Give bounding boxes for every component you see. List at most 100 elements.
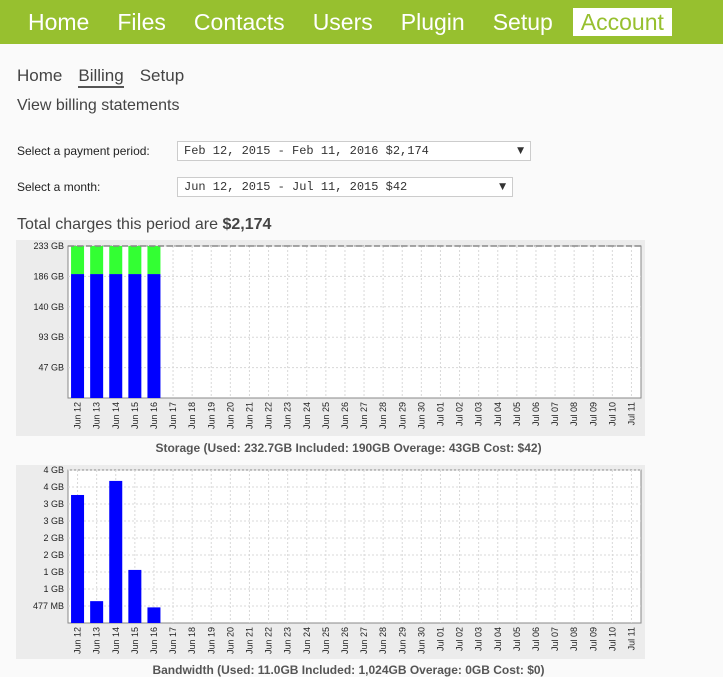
x-tick-label: Jun 21 [244, 627, 254, 654]
x-tick-label: Jul 06 [531, 627, 541, 651]
x-tick-label: Jul 03 [474, 402, 484, 426]
payment-period-label: Select a payment period: [17, 144, 150, 158]
x-tick-label: Jun 14 [111, 627, 121, 654]
x-tick-label: Jun 15 [130, 627, 140, 654]
y-tick-label: 2 GB [43, 550, 64, 560]
chart-caption: Storage (Used: 232.7GB Included: 190GB O… [155, 441, 541, 455]
x-tick-label: Jun 24 [302, 402, 312, 429]
nav-contacts[interactable]: Contacts [186, 8, 293, 36]
x-tick-label: Jun 20 [225, 627, 235, 654]
subnav-setup[interactable]: Setup [140, 66, 184, 88]
x-tick-label: Jul 05 [512, 627, 522, 651]
y-tick-label: 1 GB [43, 584, 64, 594]
total-charges: Total charges this period are $2,174 [17, 216, 271, 234]
storage-chart: 47 GB 93 GB 140 GB 186 GB 233 GB Jun 12 Jun 13… [16, 240, 645, 455]
x-tick-label: Jul 11 [626, 627, 636, 650]
x-tick-label: Jul 05 [512, 402, 522, 426]
x-tick-label: Jul 08 [569, 627, 579, 651]
y-tick-label: 2 GB [43, 533, 64, 543]
bar-used [128, 274, 142, 398]
y-tick-label: 3 GB [43, 516, 64, 526]
y-tick-label: 47 GB [38, 363, 64, 373]
bandwidth-chart: 477 MB 1 GB 1 GB 2 GB 2 GB 3 GB 3 GB 4 GB 4 GB Ju… [16, 465, 645, 677]
x-tick-label: Jul 02 [455, 627, 465, 651]
sub-nav: Home Billing Setup [17, 66, 200, 88]
bar-overage [109, 246, 123, 275]
y-tick-label: 233 GB [33, 241, 64, 251]
x-tick-label: Jun 28 [378, 627, 388, 654]
y-tick-label: 477 MB [33, 601, 64, 611]
total-charges-value: $2,174 [222, 216, 272, 233]
month-value: Jun 12, 2015 - Jul 11, 2015 $42 [184, 180, 408, 194]
total-charges-prefix: Total charges this period are [17, 216, 223, 233]
x-tick-label: Jun 29 [397, 627, 407, 654]
y-tick-label: 3 GB [43, 499, 64, 509]
x-tick-label: Jul 02 [455, 402, 465, 426]
nav-files[interactable]: Files [109, 8, 174, 36]
bar-used [71, 494, 85, 623]
x-tick-label: Jul 07 [550, 627, 560, 651]
nav-account[interactable]: Account [572, 8, 672, 36]
x-tick-label: Jul 08 [569, 402, 579, 426]
x-tick-label: Jun 14 [111, 402, 121, 429]
month-select[interactable]: Jun 12, 2015 - Jul 11, 2015 $42 ▼ [177, 177, 513, 197]
x-tick-label: Jul 07 [550, 402, 560, 426]
x-tick-label: Jun 12 [73, 627, 83, 654]
y-tick-label: 186 GB [33, 271, 64, 281]
x-tick-label: Jul 09 [588, 402, 598, 426]
page-title: View billing statements [17, 97, 180, 114]
x-tick-label: Jun 23 [283, 627, 293, 654]
bar-used [147, 607, 161, 623]
bar-used [109, 274, 123, 398]
x-tick-label: Jun 13 [92, 402, 102, 429]
chart-caption: Bandwidth (Used: 11.0GB Included: 1,024G… [152, 663, 544, 677]
x-tick-label: Jun 16 [149, 402, 159, 429]
bar-overage [128, 246, 142, 275]
x-tick-label: Jul 10 [607, 402, 617, 426]
bar-used [90, 274, 104, 398]
bar-overage [71, 246, 85, 275]
nav-users[interactable]: Users [305, 8, 381, 36]
bar-used [90, 601, 104, 623]
x-tick-label: Jul 04 [493, 627, 503, 651]
x-tick-label: Jun 18 [187, 402, 197, 429]
subnav-billing[interactable]: Billing [78, 66, 124, 88]
x-tick-label: Jun 15 [130, 402, 140, 429]
nav-setup[interactable]: Setup [485, 8, 561, 36]
y-tick-label: 4 GB [43, 482, 64, 492]
x-tick-label: Jul 01 [435, 402, 445, 426]
x-tick-label: Jul 06 [531, 402, 541, 426]
y-tick-label: 140 GB [33, 302, 64, 312]
payment-period-value: Feb 12, 2015 - Feb 11, 2016 $2,174 [184, 144, 429, 158]
y-tick-label: 4 GB [43, 465, 64, 475]
x-tick-label: Jun 21 [244, 402, 254, 429]
x-tick-label: Jun 19 [206, 402, 216, 429]
x-tick-label: Jun 25 [321, 402, 331, 429]
x-tick-label: Jun 16 [149, 627, 159, 654]
month-label: Select a month: [17, 180, 101, 194]
x-tick-label: Jun 29 [397, 402, 407, 429]
x-tick-label: Jun 28 [378, 402, 388, 429]
x-tick-label: Jun 26 [340, 402, 350, 429]
x-tick-label: Jun 25 [321, 627, 331, 654]
x-tick-label: Jun 30 [416, 402, 426, 429]
bar-overage [147, 246, 161, 275]
bar-used [109, 480, 123, 623]
payment-period-select[interactable]: Feb 12, 2015 - Feb 11, 2016 $2,174 ▼ [177, 141, 531, 161]
x-tick-label: Jun 30 [416, 627, 426, 654]
x-tick-label: Jun 17 [168, 627, 178, 654]
nav-plugin[interactable]: Plugin [393, 8, 473, 36]
y-tick-label: 1 GB [43, 567, 64, 577]
nav-home[interactable]: Home [20, 8, 97, 36]
chevron-down-icon: ▼ [499, 182, 506, 192]
bar-overage [90, 246, 104, 275]
x-tick-label: Jun 12 [73, 402, 83, 429]
x-tick-label: Jun 22 [264, 402, 274, 429]
subnav-home[interactable]: Home [17, 66, 62, 88]
x-tick-label: Jul 10 [607, 627, 617, 651]
x-tick-label: Jun 27 [359, 627, 369, 654]
x-tick-label: Jul 01 [435, 627, 445, 651]
x-tick-label: Jun 24 [302, 627, 312, 654]
x-tick-label: Jun 23 [283, 402, 293, 429]
x-tick-label: Jul 03 [474, 627, 484, 651]
